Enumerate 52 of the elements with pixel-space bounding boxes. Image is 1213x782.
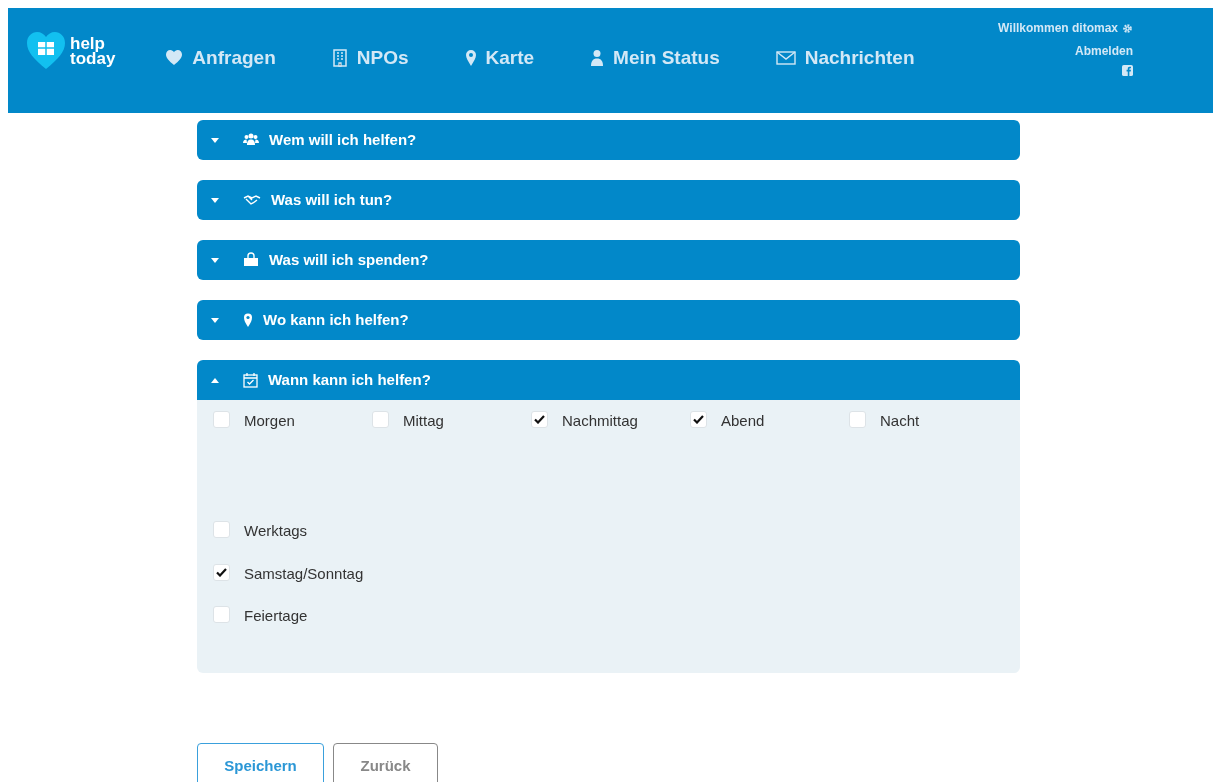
- handshake-icon: [243, 192, 261, 208]
- heart-gift-logo-icon: [26, 31, 66, 71]
- checkbox[interactable]: [372, 411, 389, 428]
- checkbox-label: Feiertage: [244, 606, 308, 626]
- checkbox-label: Werktags: [244, 521, 308, 541]
- accordion-header[interactable]: Wo kann ich helfen?: [197, 300, 1020, 340]
- back-button[interactable]: Zurück: [333, 743, 438, 782]
- map-pin-icon: [243, 312, 253, 328]
- logout-link[interactable]: Abmelden: [1075, 42, 1133, 60]
- check-icon: [534, 415, 545, 424]
- building-icon: [331, 49, 348, 68]
- heart-icon: [165, 49, 184, 68]
- caret-icon: [211, 377, 219, 383]
- checkbox[interactable]: [690, 411, 707, 428]
- checkbox-label: Nachmittag: [562, 411, 638, 431]
- checkbox-label: Morgen: [244, 411, 295, 431]
- brand-name: today: [70, 51, 116, 66]
- checkbox[interactable]: [213, 606, 230, 623]
- checkbox[interactable]: [213, 411, 230, 428]
- checkbox[interactable]: [849, 411, 866, 428]
- checkbox[interactable]: [213, 563, 230, 581]
- accordion-header[interactable]: Was will ich spenden?: [197, 240, 1020, 280]
- brand-name: help: [70, 36, 105, 51]
- accordion-header[interactable]: Wann kann ich helfen?: [197, 360, 1020, 400]
- nav-link[interactable]: NPOs: [331, 44, 409, 73]
- caret-icon: [211, 197, 219, 203]
- accordion-header[interactable]: Wem will ich helfen?: [197, 120, 1020, 160]
- checkbox-label: Mittag: [403, 411, 444, 431]
- nav-link[interactable]: Karte: [464, 44, 535, 73]
- nav-link[interactable]: Anfragen: [165, 44, 276, 73]
- checkbox-label: Samstag/Sonntag: [244, 563, 364, 584]
- caret-icon: [211, 137, 219, 143]
- caret-icon: [211, 257, 219, 263]
- envelope-icon: [775, 49, 796, 68]
- checkbox-label: Abend: [721, 411, 765, 431]
- checkbox[interactable]: [531, 411, 548, 428]
- users-icon: [243, 132, 259, 148]
- accordion-header[interactable]: Was will ich tun?: [197, 180, 1020, 220]
- bag-icon: [243, 252, 259, 268]
- welcome-text: Willkommen ditomax: [998, 20, 1118, 37]
- check-icon: [216, 567, 227, 577]
- calendar-check-icon: [243, 372, 258, 388]
- save-button[interactable]: Speichern: [197, 743, 324, 782]
- nav-link[interactable]: Mein Status: [590, 44, 720, 73]
- map-pin-icon: [464, 49, 477, 68]
- checkbox[interactable]: [213, 521, 230, 538]
- caret-icon: [211, 317, 219, 323]
- user-icon: [590, 49, 605, 68]
- nav-link[interactable]: Nachrichten: [775, 44, 915, 73]
- checkbox-label: Nacht: [880, 411, 920, 431]
- facebook-icon[interactable]: [1122, 65, 1133, 76]
- check-icon: [693, 415, 704, 424]
